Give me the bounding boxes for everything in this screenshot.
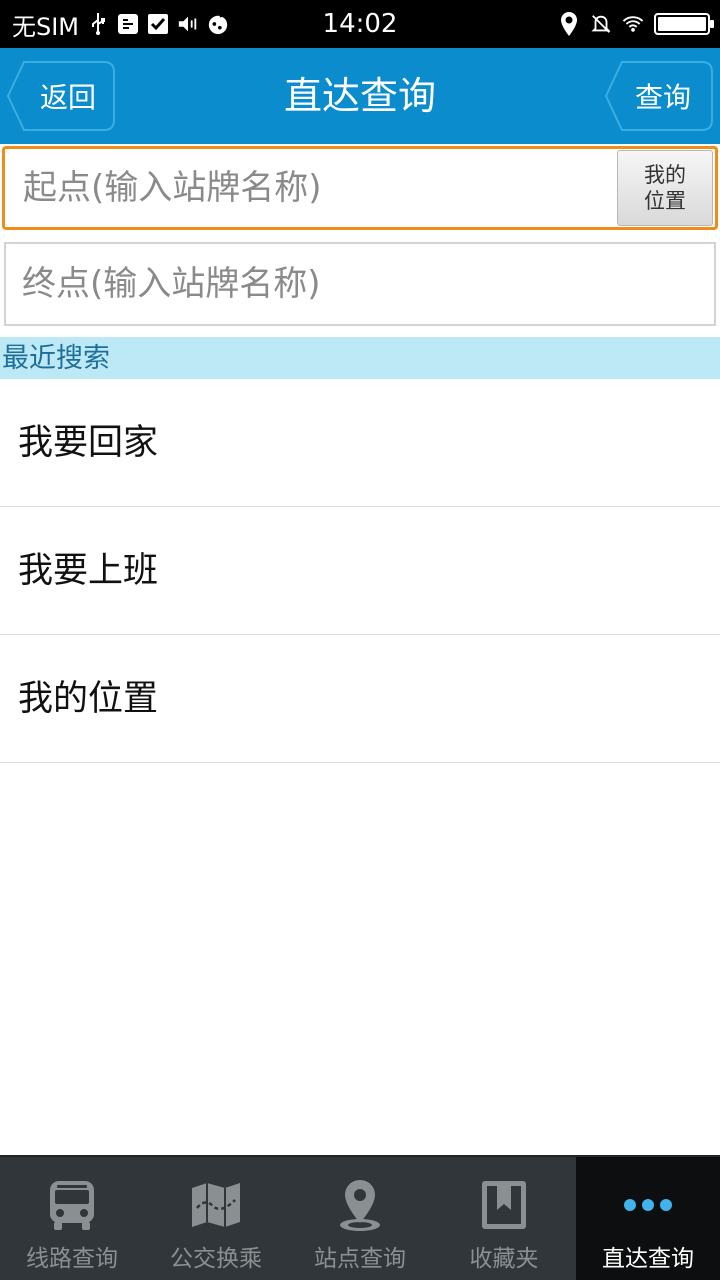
tab-stop-query[interactable]: 站点查询 [288, 1157, 432, 1280]
my-location-button[interactable]: 我的 位置 [617, 150, 713, 226]
recent-item-go-to-work[interactable]: 我要上班 [0, 507, 720, 635]
recent-item-my-location[interactable]: 我的位置 [0, 635, 720, 763]
tab-favorites-label: 收藏夹 [469, 1246, 539, 1272]
my-location-label-line1: 我的 [644, 163, 686, 187]
query-button[interactable]: 查询 [604, 60, 714, 132]
location-icon [558, 12, 580, 36]
tab-route-query[interactable]: 线路查询 [0, 1157, 144, 1280]
recent-item-go-home[interactable]: 我要回家 [0, 379, 720, 507]
status-bar: 无SIM 14:02 [0, 0, 720, 48]
bottom-tab-bar: 线路查询 公交换乘 站点查询 收藏夹 直达查询 [0, 1155, 720, 1280]
bookmark-icon [476, 1177, 532, 1233]
mute-icon [590, 13, 612, 35]
battery-fill [658, 17, 706, 31]
my-location-label-line2: 位置 [644, 189, 686, 213]
battery-icon [654, 13, 714, 35]
tab-favorites[interactable]: 收藏夹 [432, 1157, 576, 1280]
map-pin-icon [332, 1177, 388, 1233]
recent-searches-list: 我要回家 我要上班 我的位置 [0, 379, 720, 763]
start-input[interactable] [5, 149, 615, 227]
status-right [558, 0, 714, 48]
end-field-container [4, 242, 716, 326]
start-field-container: 我的 位置 [2, 146, 718, 230]
tab-route-query-label: 线路查询 [26, 1246, 118, 1272]
query-button-label: 查询 [634, 81, 691, 114]
tab-transfer-label: 公交换乘 [170, 1246, 262, 1272]
tab-direct-query-label: 直达查询 [602, 1246, 694, 1272]
map-icon [188, 1177, 244, 1233]
more-dots-icon [620, 1177, 676, 1233]
tab-direct-query[interactable]: 直达查询 [576, 1157, 720, 1280]
bus-icon [44, 1177, 100, 1233]
end-input[interactable] [6, 244, 714, 324]
tab-transfer[interactable]: 公交换乘 [144, 1157, 288, 1280]
title-bar: 返回 直达查询 查询 [0, 48, 720, 144]
tab-stop-query-label: 站点查询 [314, 1246, 406, 1272]
wifi-icon [622, 13, 644, 35]
recent-searches-header: 最近搜索 [0, 337, 720, 379]
